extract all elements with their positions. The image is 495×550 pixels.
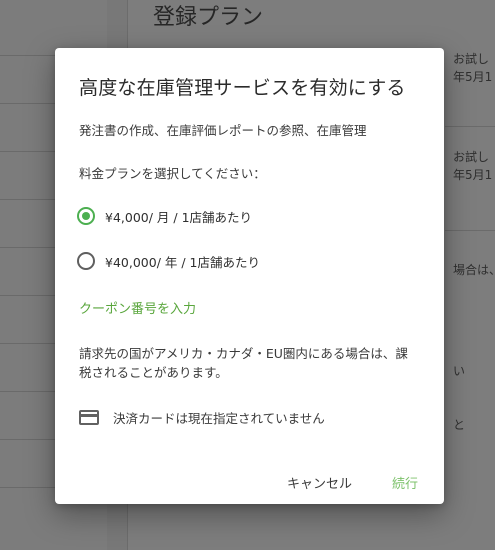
dialog-description: 発注書の作成、在庫評価レポートの参照、在庫管理 [79, 123, 367, 138]
divider [445, 230, 495, 231]
advanced-inventory-dialog: 高度な在庫管理サービスを有効にする 発注書の作成、在庫評価レポートの参照、在庫管… [55, 48, 444, 504]
snippet-line: お試し [453, 52, 490, 66]
payment-card-status: 決済カードは現在指定されていません [79, 408, 325, 427]
background-page-title: 登録プラン [153, 5, 264, 30]
continue-button[interactable]: 続行 [388, 469, 422, 496]
credit-card-icon [79, 410, 99, 425]
background-snippet: 場合は、 [453, 263, 495, 277]
card-status-text: 決済カードは現在指定されていません [113, 411, 325, 426]
plan-option-monthly[interactable]: ¥4,000/ 月 / 1店舗あたり [77, 204, 252, 228]
tax-note: 請求先の国がアメリカ・カナダ・EU圏内にある場合は、課税されることがあります。 [79, 346, 408, 380]
background-snippet: い [453, 364, 466, 378]
snippet-line: 年5月1 [453, 70, 493, 84]
plan-option-yearly[interactable]: ¥40,000/ 年 / 1店舗あたり [77, 249, 260, 273]
snippet-line: お試し [453, 150, 490, 164]
radio-checked-icon[interactable] [77, 207, 95, 225]
radio-unchecked-icon[interactable] [77, 252, 95, 270]
plan-label-yearly: ¥40,000/ 年 / 1店舗あたり [105, 254, 260, 270]
coupon-link[interactable]: クーポン番号を入力 [79, 298, 196, 317]
background-snippet: お試し 年5月1 [453, 148, 492, 184]
cancel-button[interactable]: キャンセル [283, 469, 356, 496]
plan-label-monthly: ¥4,000/ 月 / 1店舗あたり [105, 209, 253, 225]
divider [445, 126, 495, 127]
plan-prompt: 料金プランを選択してください： [79, 166, 266, 181]
snippet-line: 年5月1 [453, 168, 493, 182]
dialog-title: 高度な在庫管理サービスを有効にする [79, 77, 406, 99]
background-snippet: お試し 年5月1 [453, 50, 492, 86]
background-snippet: と [453, 418, 466, 432]
